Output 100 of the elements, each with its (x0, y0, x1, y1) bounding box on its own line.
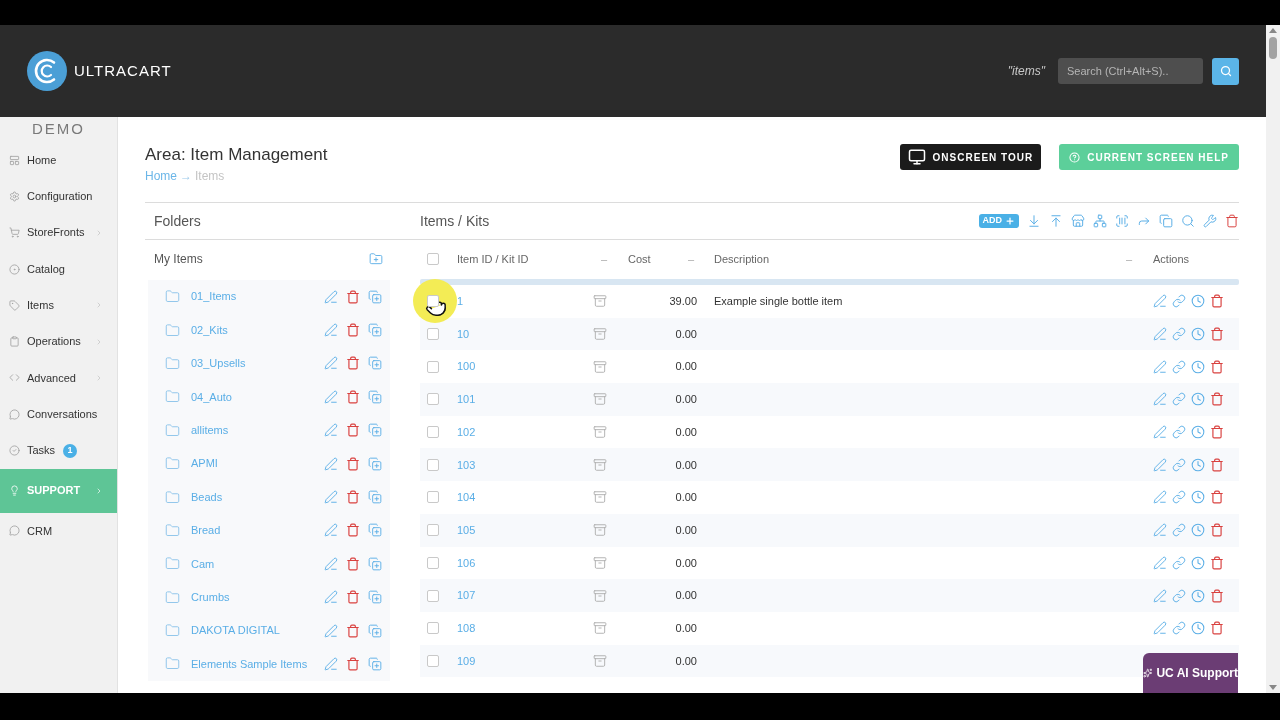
checkbox[interactable] (427, 426, 439, 439)
screen-help-button[interactable]: CURRENT SCREEN HELP (1059, 144, 1239, 170)
trash-icon[interactable] (346, 623, 360, 638)
item-id-link[interactable]: 103 (457, 458, 476, 471)
copy-icon[interactable] (368, 289, 382, 304)
scroll-up-arrow-icon[interactable] (1269, 28, 1277, 33)
clock-icon[interactable] (1191, 490, 1205, 505)
copy-icon[interactable] (368, 523, 382, 538)
edit-icon[interactable] (324, 556, 338, 571)
clock-icon[interactable] (1191, 392, 1205, 407)
link-icon[interactable] (1172, 294, 1186, 309)
box-icon[interactable] (593, 359, 607, 374)
box-icon[interactable] (593, 327, 607, 342)
column-header[interactable]: Cost (628, 250, 651, 268)
link-icon[interactable] (1172, 555, 1186, 570)
clock-icon[interactable] (1191, 621, 1205, 636)
edit-icon[interactable] (1153, 555, 1167, 570)
copy-icon[interactable] (368, 456, 382, 471)
trash-icon[interactable] (346, 590, 360, 605)
box-icon[interactable] (593, 294, 607, 309)
trash-icon[interactable] (1210, 588, 1224, 603)
nav-item[interactable]: Operations (0, 323, 117, 360)
trash-icon[interactable] (1210, 621, 1224, 636)
clock-icon[interactable] (1191, 425, 1205, 440)
clock-icon[interactable] (1191, 359, 1205, 374)
edit-icon[interactable] (324, 389, 338, 404)
link-icon[interactable] (1172, 523, 1186, 538)
box-icon[interactable] (593, 555, 607, 570)
checkbox[interactable] (427, 393, 439, 406)
checkbox[interactable] (427, 622, 439, 635)
trash-icon[interactable] (1210, 294, 1224, 309)
hierarchy-icon[interactable] (1093, 214, 1107, 228)
trash-icon[interactable] (346, 289, 360, 304)
clock-icon[interactable] (1191, 588, 1205, 603)
clock-icon[interactable] (1191, 523, 1205, 538)
edit-icon[interactable] (324, 323, 338, 338)
folder-name[interactable]: Cam (191, 555, 215, 573)
trash-icon[interactable] (1225, 214, 1239, 228)
nav-item[interactable]: Home (0, 142, 117, 179)
link-icon[interactable] (1172, 392, 1186, 407)
onscreen-tour-button[interactable]: ONSCREEN TOUR (899, 144, 1042, 170)
item-id-link[interactable]: 106 (457, 556, 476, 569)
box-icon[interactable] (593, 653, 607, 668)
trash-icon[interactable] (346, 456, 360, 471)
edit-icon[interactable] (324, 289, 338, 304)
link-icon[interactable] (1172, 621, 1186, 636)
checkbox[interactable] (427, 458, 439, 471)
copy-icon[interactable] (368, 623, 382, 638)
folder-name[interactable]: 04_Auto (191, 388, 232, 406)
nav-item[interactable]: Items (0, 287, 117, 324)
item-id-link[interactable]: 109 (457, 654, 476, 667)
trash-icon[interactable] (346, 556, 360, 571)
nav-item[interactable]: StoreFronts (0, 214, 117, 251)
box-icon[interactable] (593, 392, 607, 407)
trash-icon[interactable] (1210, 523, 1224, 538)
box-icon[interactable] (593, 621, 607, 636)
edit-icon[interactable] (324, 456, 338, 471)
trash-icon[interactable] (1210, 327, 1224, 342)
folder-name[interactable]: allitems (191, 422, 229, 439)
edit-icon[interactable] (324, 590, 338, 605)
folder-name[interactable]: Beads (191, 488, 223, 506)
edit-icon[interactable] (324, 490, 338, 505)
copy-icon[interactable] (368, 323, 382, 338)
folder-name[interactable]: 02_Kits (191, 321, 228, 339)
folder-name[interactable]: 03_Upsells (191, 355, 246, 372)
nav-item[interactable]: SUPPORT (0, 468, 117, 513)
share-arrow-icon[interactable] (1137, 214, 1151, 228)
nav-item[interactable]: Catalog (0, 250, 117, 288)
edit-icon[interactable] (1153, 490, 1167, 505)
edit-icon[interactable] (1153, 588, 1167, 603)
link-icon[interactable] (1172, 457, 1186, 472)
copy-icon[interactable] (1159, 214, 1173, 228)
copy-icon[interactable] (368, 490, 382, 505)
folder-name[interactable]: Bread (191, 522, 221, 539)
item-id-link[interactable]: 10 (457, 327, 470, 340)
item-id-link[interactable]: 100 (457, 360, 476, 373)
edit-icon[interactable] (324, 356, 338, 371)
trash-icon[interactable] (346, 356, 360, 371)
trash-icon[interactable] (346, 523, 360, 538)
scroll-down-arrow-icon[interactable] (1269, 685, 1277, 690)
clock-icon[interactable] (1191, 555, 1205, 570)
edit-icon[interactable] (324, 423, 338, 438)
trash-icon[interactable] (1210, 425, 1224, 440)
box-icon[interactable] (593, 588, 607, 603)
checkbox[interactable] (427, 253, 439, 265)
scrollbar[interactable] (1266, 25, 1280, 693)
box-icon[interactable] (593, 490, 607, 505)
item-id-link[interactable]: 102 (457, 425, 476, 438)
ai-support-button[interactable]: UC AI Support (1143, 653, 1238, 693)
trash-icon[interactable] (346, 389, 360, 404)
folder-name[interactable]: DAKOTA DIGITAL (191, 622, 280, 639)
trash-icon[interactable] (1210, 457, 1224, 472)
scrollbar-thumb[interactable] (1269, 37, 1277, 59)
link-icon[interactable] (1172, 490, 1186, 505)
trash-icon[interactable] (346, 490, 360, 505)
trash-icon[interactable] (1210, 392, 1224, 407)
sort-mark[interactable]: – (1125, 250, 1132, 268)
checkbox[interactable] (427, 524, 439, 537)
logo-icon[interactable] (27, 51, 67, 91)
link-icon[interactable] (1172, 425, 1186, 440)
